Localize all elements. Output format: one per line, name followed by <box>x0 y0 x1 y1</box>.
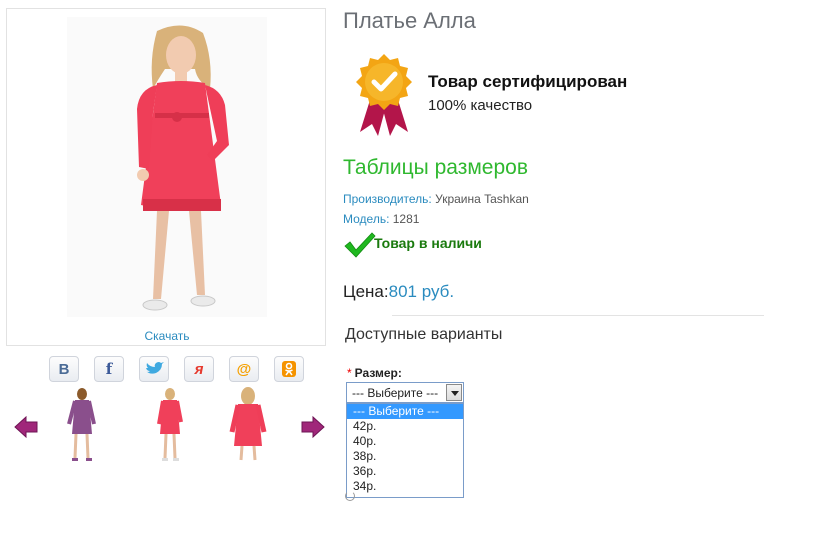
size-option[interactable]: 36р. <box>347 464 463 479</box>
price-value: 801 руб. <box>388 282 455 301</box>
size-option[interactable]: 40р. <box>347 434 463 449</box>
size-table-link[interactable]: Таблицы размеров <box>343 156 528 180</box>
download-link[interactable]: Скачать <box>7 329 327 343</box>
size-option[interactable]: 34р. <box>347 479 463 494</box>
size-option[interactable]: --- Выберите --- <box>347 404 463 419</box>
vk-icon[interactable]: В <box>49 356 79 382</box>
certified-badge-icon <box>352 52 416 138</box>
size-label: * Размер: <box>347 366 402 380</box>
variants-title: Доступные варианты <box>345 326 503 343</box>
radio-button[interactable] <box>345 491 355 501</box>
facebook-icon[interactable]: f <box>94 356 124 382</box>
model-value: 1281 <box>392 212 420 226</box>
certificate-title: Товар сертифицирован <box>428 72 628 91</box>
price-label: Цена: <box>343 282 389 301</box>
thumbnail-purple-dress[interactable] <box>60 386 104 464</box>
carousel-next-arrow-icon[interactable] <box>300 414 326 440</box>
twitter-icon[interactable] <box>139 356 169 382</box>
manufacturer-value: Украина Tashkan <box>435 192 529 206</box>
required-mark: * <box>347 366 352 380</box>
product-photo[interactable] <box>7 9 325 319</box>
manufacturer-row: Производитель: Украина Tashkan <box>343 192 529 206</box>
divider <box>392 315 764 316</box>
size-label-text: Размер: <box>354 366 402 380</box>
product-title: Платье Алла <box>343 8 476 33</box>
thumbnail-pink-dress-back[interactable] <box>226 386 270 464</box>
main-product-image-box[interactable]: Скачать <box>6 8 326 346</box>
size-option[interactable]: 38р. <box>347 449 463 464</box>
price-row: Цена:801 руб. <box>343 282 454 302</box>
size-select[interactable]: --- Выберите --- <box>346 382 464 403</box>
carousel-prev-arrow-icon[interactable] <box>13 414 39 440</box>
model-row: Модель: 1281 <box>343 212 419 226</box>
size-dropdown-list: --- Выберите --- 42р. 40р. 38р. 36р. 34р… <box>346 403 464 498</box>
size-select-value: --- Выберите --- <box>352 386 439 400</box>
manufacturer-label[interactable]: Производитель: <box>343 192 432 206</box>
odnoklassniki-icon[interactable] <box>274 356 304 382</box>
mailru-icon[interactable]: @ <box>229 356 259 382</box>
moikrug-icon[interactable]: я <box>184 356 214 382</box>
certificate-subtitle: 100% качество <box>428 97 533 114</box>
chevron-down-icon[interactable] <box>446 384 462 401</box>
model-label: Модель: <box>343 212 390 226</box>
stock-status: Товар в наличи <box>374 235 482 251</box>
thumbnail-pink-dress-front[interactable] <box>148 386 192 464</box>
in-stock-check-icon <box>344 232 376 258</box>
size-option[interactable]: 42р. <box>347 419 463 434</box>
